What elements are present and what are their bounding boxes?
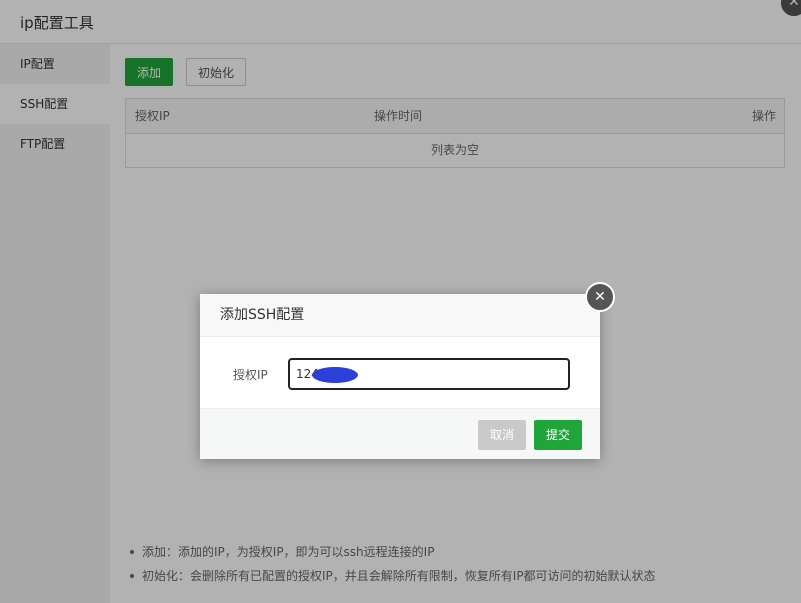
redaction-mark (312, 367, 358, 383)
dialog-close-icon[interactable]: ✕ (585, 282, 615, 312)
submit-button[interactable]: 提交 (534, 420, 582, 450)
dialog-title: 添加SSH配置 (200, 294, 600, 337)
dialog-body: 授权IP (200, 337, 600, 409)
dialog-footer: 取消 提交 (200, 408, 600, 459)
add-ssh-dialog: 添加SSH配置 ✕ 授权IP 取消 提交 (200, 282, 615, 459)
auth-ip-label: 授权IP (233, 368, 268, 382)
cancel-button[interactable]: 取消 (478, 420, 526, 450)
